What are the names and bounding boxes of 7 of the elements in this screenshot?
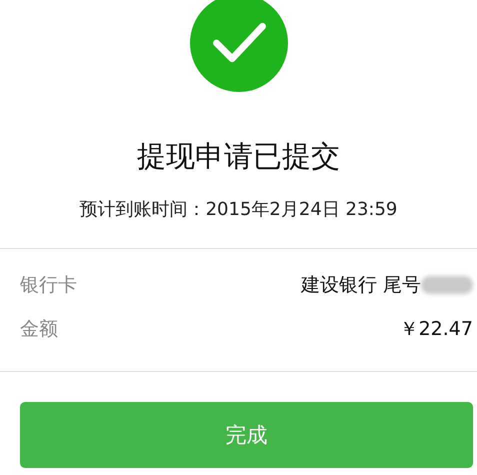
status-title: 提现申请已提交	[136, 138, 341, 175]
done-button[interactable]: 完成	[20, 402, 473, 468]
detail-value: 建设银行 尾号	[300, 273, 421, 298]
detail-label: 金额	[20, 317, 58, 342]
arrival-time: 预计到账时间：2015年2月24日 23:59	[78, 198, 398, 222]
detail-value: ￥22.47	[400, 317, 473, 342]
detail-label: 银行卡	[20, 273, 77, 298]
